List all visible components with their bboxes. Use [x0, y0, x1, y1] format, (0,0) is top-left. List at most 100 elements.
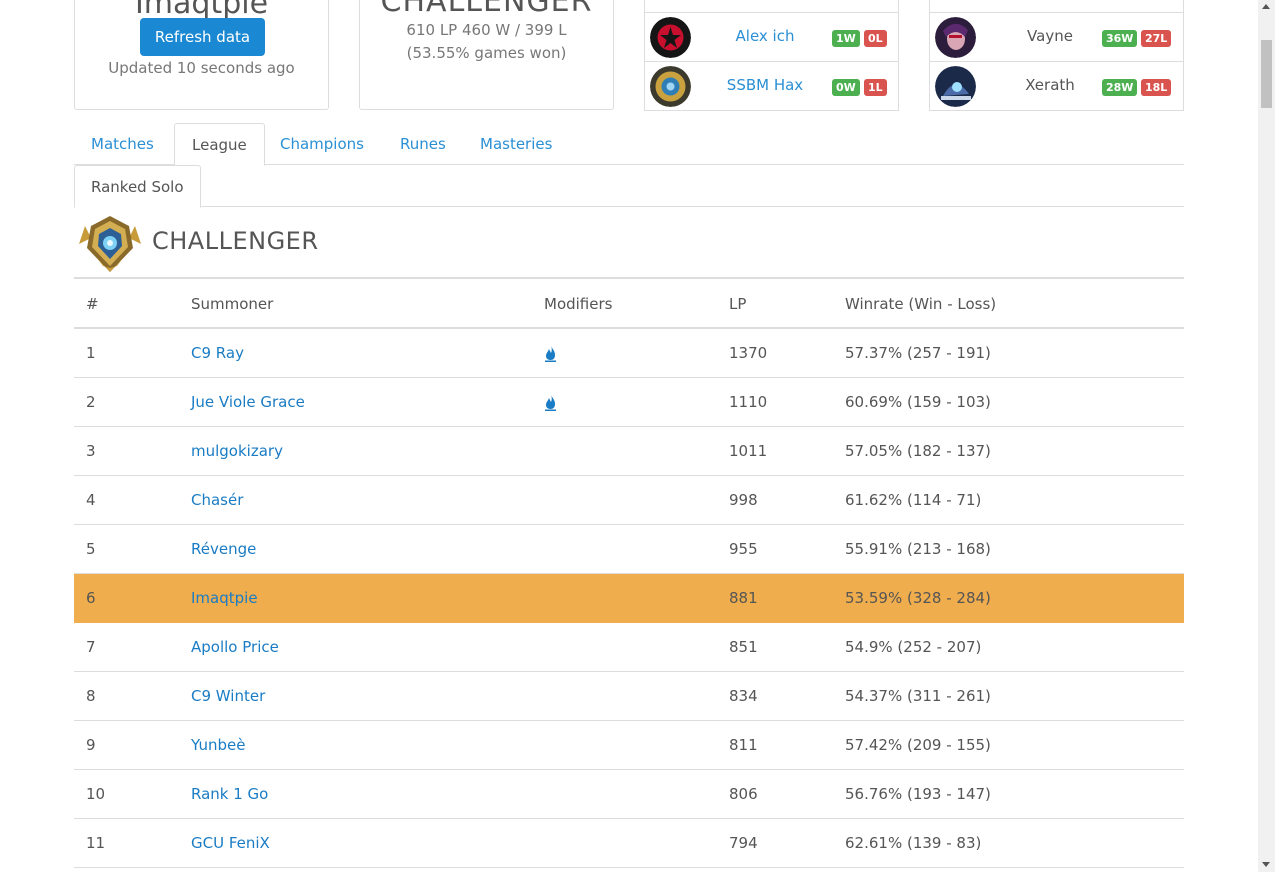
refresh-data-button[interactable]: Refresh data	[140, 18, 265, 56]
rank-lp-record: 610 LP 460 W / 399 L	[406, 21, 567, 39]
table-row: 4 Chasér 998 61.62% (114 - 71)	[74, 476, 1184, 525]
summoner-link[interactable]: GCU FeniX	[191, 819, 270, 868]
played-with-row: Alex ich 1W 0L	[645, 12, 898, 61]
tab-masteries[interactable]: Masteries	[463, 123, 569, 165]
winrate-cell: 54.9% (252 - 207)	[845, 638, 982, 656]
table-row: 8 C9 Winter 834 54.37% (311 - 261)	[74, 672, 1184, 721]
rank-cell: 6	[86, 589, 96, 607]
tab-league[interactable]: League	[174, 123, 265, 166]
column-header-lp: LP	[729, 295, 747, 313]
tab-ranked-solo[interactable]: Ranked Solo	[74, 165, 201, 208]
lp-cell: 955	[729, 540, 758, 558]
profile-card: Imaqtpie Refresh data Updated 10 seconds…	[74, 0, 329, 110]
winrate-cell: 62.61% (139 - 83)	[845, 834, 982, 852]
table-row: 5 Révenge 955 55.91% (213 - 168)	[74, 525, 1184, 574]
tier-name: CHALLENGER	[152, 227, 319, 255]
rank-cell: 7	[86, 638, 96, 656]
played-with-name[interactable]: SSBM Hax	[705, 76, 825, 94]
top-champions-card: Vayne 36W 27L Xerath 28W 18L	[929, 0, 1184, 111]
win-badge: 36W	[1102, 30, 1138, 47]
played-with-name[interactable]: Alex ich	[705, 27, 825, 45]
table-row: 3 mulgokizary 1011 57.05% (182 - 137)	[74, 427, 1184, 476]
rank-cell: 5	[86, 540, 96, 558]
summoner-link[interactable]: Rank 1 Go	[191, 770, 268, 819]
rank-cell: 2	[86, 393, 96, 411]
table-row: 6 Imaqtpie 881 53.59% (328 - 284)	[74, 574, 1184, 623]
summoner-link[interactable]: Imaqtpie	[191, 574, 258, 623]
table-row: 1 C9 Ray 1370 57.37% (257 - 191)	[74, 329, 1184, 378]
played-with-card: Alex ich 1W 0L SSBM Hax 0W 1L	[644, 0, 899, 111]
played-with-row-partial	[645, 0, 898, 11]
tab-matches[interactable]: Matches	[74, 123, 171, 165]
page: Imaqtpie Refresh data Updated 10 seconds…	[0, 0, 1258, 872]
summoner-link[interactable]: C9 Winter	[191, 672, 265, 721]
rank-cell: 11	[86, 834, 106, 852]
gambit-logo-icon	[650, 17, 691, 58]
played-with-row: SSBM Hax 0W 1L	[645, 61, 898, 110]
summoner-link[interactable]: Chasér	[191, 476, 243, 525]
lp-cell: 811	[729, 736, 758, 754]
loss-badge: 27L	[1141, 30, 1172, 47]
tab-runes[interactable]: Runes	[383, 123, 463, 165]
table-header: # Summoner Modifiers LP Winrate (Win - L…	[74, 279, 1184, 329]
rank-cell: 3	[86, 442, 96, 460]
rank-cell: 4	[86, 491, 96, 509]
winrate-cell: 57.42% (209 - 155)	[845, 736, 991, 754]
page-scrollbar[interactable]	[1258, 0, 1275, 872]
winrate-cell: 54.37% (311 - 261)	[845, 687, 991, 705]
champion-name: Vayne	[1027, 27, 1073, 45]
winrate-cell: 61.62% (114 - 71)	[845, 491, 982, 509]
summoner-link[interactable]: Jue Viole Grace	[191, 378, 305, 427]
win-badge: 28W	[1102, 79, 1138, 96]
lp-cell: 998	[729, 491, 758, 509]
league-ladder-table: # Summoner Modifiers LP Winrate (Win - L…	[74, 279, 1184, 868]
lp-cell: 834	[729, 687, 758, 705]
summoner-link[interactable]: Apollo Price	[191, 623, 279, 672]
summoner-link[interactable]: mulgokizary	[191, 427, 283, 476]
hot-streak-flame-icon	[545, 395, 556, 411]
win-badge: 0W	[832, 79, 860, 96]
summoner-link[interactable]: C9 Ray	[191, 329, 244, 378]
queue-subtabs: Ranked Solo	[74, 165, 1184, 208]
loss-badge: 1L	[864, 79, 887, 96]
column-header-summoner: Summoner	[191, 295, 274, 313]
rank-winrate: (53.55% games won)	[406, 44, 567, 62]
winrate-cell: 57.37% (257 - 191)	[845, 344, 991, 362]
summoner-icon	[650, 66, 691, 107]
tab-champions[interactable]: Champions	[263, 123, 381, 165]
lp-cell: 851	[729, 638, 758, 656]
winrate-cell: 57.05% (182 - 137)	[845, 442, 991, 460]
lp-cell: 881	[729, 589, 758, 607]
table-row: 7 Apollo Price 851 54.9% (252 - 207)	[74, 623, 1184, 672]
main-tabs: Matches League Champions Runes Masteries	[74, 123, 1184, 166]
column-header-rank: #	[86, 295, 99, 313]
table-row: 2 Jue Viole Grace 1110 60.69% (159 - 103)	[74, 378, 1184, 427]
rank-cell: 1	[86, 344, 96, 362]
xerath-portrait-icon	[935, 66, 976, 107]
loss-badge: 0L	[864, 30, 887, 47]
hot-streak-flame-icon	[545, 346, 556, 362]
rank-summary-card: CHALLENGER 610 LP 460 W / 399 L (53.55% …	[359, 0, 614, 110]
challenger-emblem-icon	[77, 214, 143, 274]
lp-cell: 1011	[729, 442, 768, 460]
lp-cell: 806	[729, 785, 758, 803]
winrate-cell: 56.76% (193 - 147)	[845, 785, 991, 803]
table-row: 11 GCU FeniX 794 62.61% (139 - 83)	[74, 819, 1184, 868]
summoner-link[interactable]: Révenge	[191, 525, 256, 574]
win-badge: 1W	[832, 30, 860, 47]
table-row: 9 Yunbeè 811 57.42% (209 - 155)	[74, 721, 1184, 770]
summoner-link[interactable]: Yunbeè	[191, 721, 245, 770]
scroll-up-arrow-icon[interactable]	[1262, 4, 1270, 9]
loss-badge: 18L	[1141, 79, 1172, 96]
scroll-down-arrow-icon[interactable]	[1262, 862, 1270, 867]
column-header-winrate: Winrate (Win - Loss)	[845, 295, 997, 313]
lp-cell: 1110	[729, 393, 768, 411]
updated-timestamp: Updated 10 seconds ago	[108, 59, 295, 77]
winrate-cell: 53.59% (328 - 284)	[845, 589, 991, 607]
scrollbar-thumb[interactable]	[1261, 40, 1272, 108]
lp-cell: 1370	[729, 344, 768, 362]
lp-cell: 794	[729, 834, 758, 852]
rank-cell: 8	[86, 687, 96, 705]
table-row: 10 Rank 1 Go 806 56.76% (193 - 147)	[74, 770, 1184, 819]
winrate-cell: 55.91% (213 - 168)	[845, 540, 991, 558]
